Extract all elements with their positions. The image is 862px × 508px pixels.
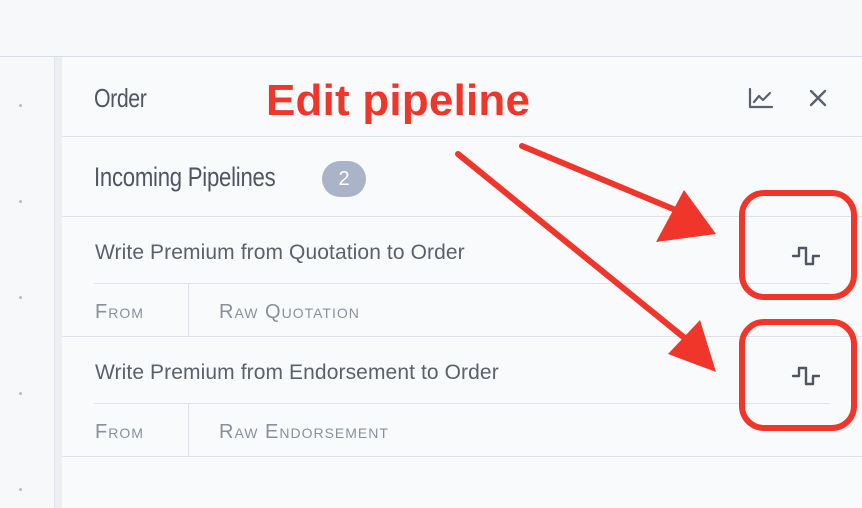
annotation-highlight-box bbox=[739, 190, 857, 300]
annotation-overlay bbox=[455, 143, 857, 431]
annotation-highlight-box bbox=[739, 319, 857, 431]
annotation-arrowhead bbox=[656, 190, 716, 242]
annotation-arrow-shaft bbox=[519, 143, 693, 219]
annotation-arrow-shaft bbox=[455, 151, 695, 347]
